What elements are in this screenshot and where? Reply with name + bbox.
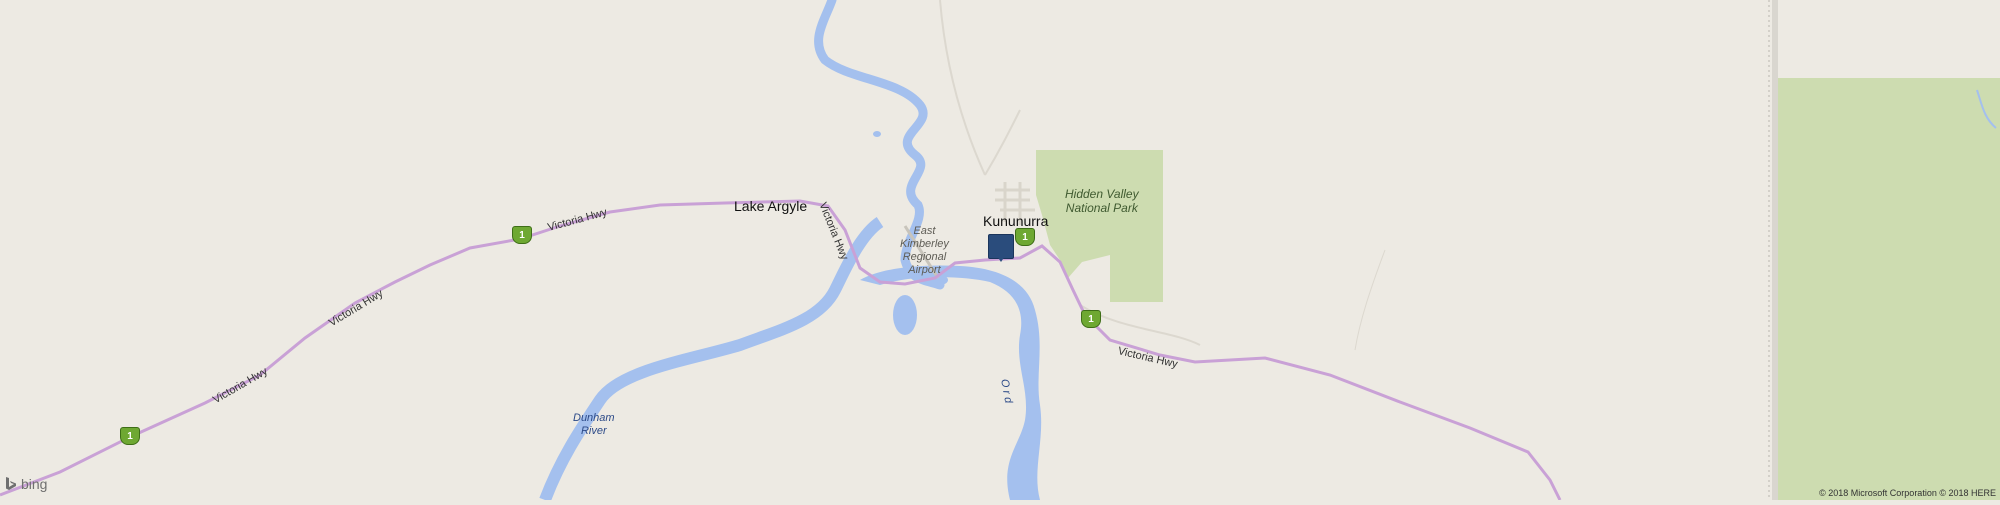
label-kununurra[interactable]: Kununurra [983, 213, 1048, 229]
airport-label-line3: Regional [902, 251, 947, 263]
river-inlet [893, 295, 917, 335]
highway-shield-1: 1 [1081, 310, 1101, 328]
bing-icon [6, 477, 16, 490]
bing-wordmark: bing [21, 476, 48, 492]
location-pin-marker[interactable] [988, 234, 1014, 262]
bing-logo[interactable]: bing [4, 476, 47, 492]
highway-shield-1: 1 [512, 226, 532, 244]
river-dunham [539, 216, 884, 503]
victoria-highway [0, 199, 1562, 501]
park-label-line1: Hidden Valley [1065, 187, 1139, 201]
minor-road [939, 0, 986, 176]
copyright-notice: © 2018 Microsoft Corporation © 2018 HERE [1819, 488, 1996, 498]
lake-kununurra [860, 265, 1042, 500]
minor-road [984, 109, 1021, 176]
map-canvas[interactable]: Lake Argyle Kununurra Hidden Valley Nati… [0, 0, 2000, 503]
park-label-line2: National Park [1065, 201, 1138, 215]
small-pond [873, 131, 881, 137]
dunham-label-line2: River [580, 425, 607, 437]
label-dunham-river: Dunham River [573, 412, 615, 438]
minor-road [1354, 249, 1386, 351]
label-east-kimberley-airport: East Kimberley Regional Airport [900, 225, 949, 277]
highway-shield-1: 1 [120, 427, 140, 445]
park-area-east [1778, 78, 2000, 500]
label-hidden-valley-park: Hidden Valley National Park [1065, 187, 1139, 215]
airport-label-line1: East [913, 225, 936, 237]
highway-shield-1: 1 [1015, 228, 1035, 246]
national-park-area [1036, 150, 1163, 302]
dunham-label-line1: Dunham [573, 412, 615, 424]
airport-label-line4: Airport [908, 264, 941, 276]
map-edge-strip [1772, 0, 1778, 500]
airport-label-line2: Kimberley [900, 238, 949, 250]
label-lake-argyle[interactable]: Lake Argyle [734, 198, 807, 214]
